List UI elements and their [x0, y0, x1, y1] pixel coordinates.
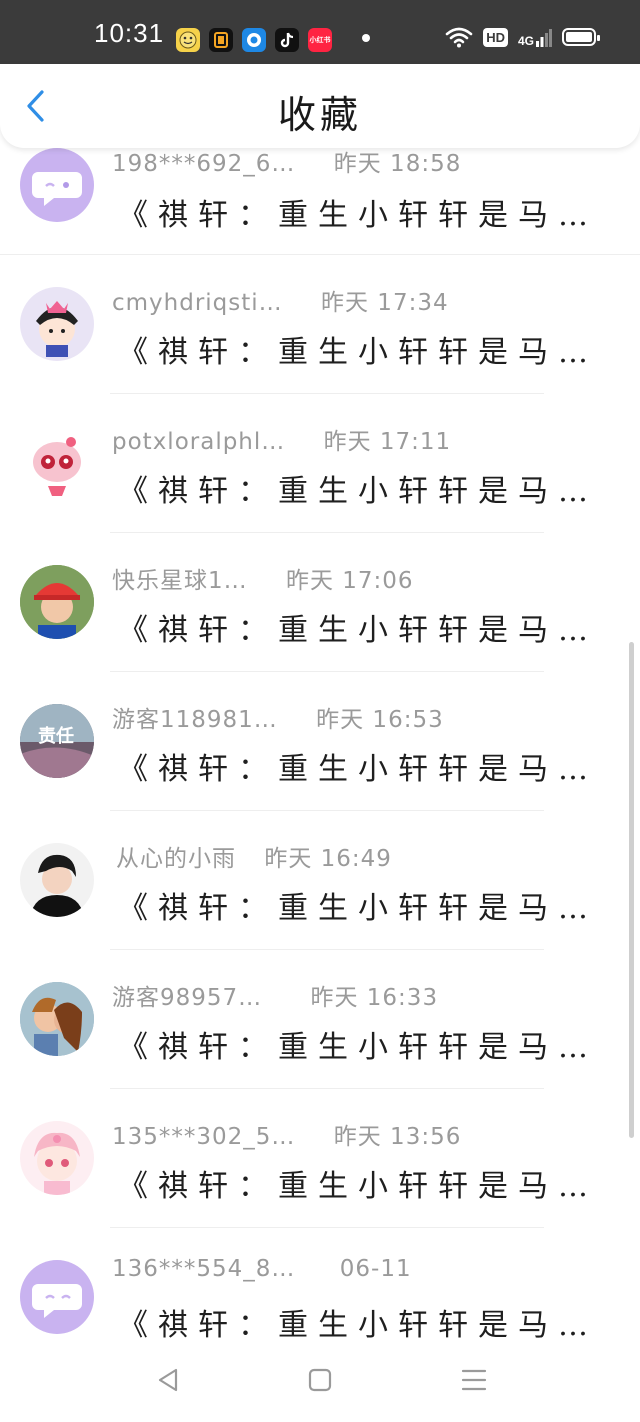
- timestamp: 昨天 16:33: [310, 985, 439, 1011]
- avatar[interactable]: [20, 565, 94, 639]
- sender-name: potxloralphl…: [112, 429, 286, 455]
- system-nav-bar: [0, 1342, 640, 1422]
- network-type: 4G: [517, 34, 534, 48]
- sender-name: 136***554_8…: [112, 1256, 296, 1282]
- avatar[interactable]: [20, 843, 94, 917]
- emoji-app-icon: [176, 28, 200, 52]
- nav-home-button[interactable]: [300, 1360, 340, 1400]
- sender-name: 游客98957…: [112, 985, 263, 1011]
- item-meta: 136***554_8… 06-11: [112, 1256, 412, 1282]
- item-meta: cmyhdriqsti… 昨天 17:34: [112, 283, 449, 317]
- tiktok-icon: [275, 28, 299, 52]
- message-preview: 《祺轩：重生小轩轩是马…: [118, 1030, 598, 1065]
- message-preview: 《祺轩：重生小轩轩是马…: [118, 613, 598, 648]
- item-meta: 198***692_6… 昨天 18:58: [112, 144, 461, 178]
- message-preview: 《祺轩：重生小轩轩是马…: [118, 1169, 598, 1204]
- list-item[interactable]: potxloralphl… 昨天 17:11 《祺轩：重生小轩轩是马…: [0, 394, 640, 533]
- message-preview: 《祺轩：重生小轩轩是马…: [118, 198, 598, 233]
- item-meta: potxloralphl… 昨天 17:11: [112, 422, 451, 456]
- item-meta: 快乐星球1… 昨天 17:06: [112, 561, 414, 595]
- cellular-signal-icon: 4G: [518, 27, 552, 47]
- browser-app-icon: [242, 28, 266, 52]
- xiaohongshu-label: 小红书: [309, 36, 331, 44]
- chat-bubble-icon: [32, 172, 82, 206]
- list-item[interactable]: 快乐星球1… 昨天 17:06 《祺轩：重生小轩轩是马…: [0, 533, 640, 672]
- timestamp: 昨天 17:06: [285, 568, 414, 594]
- item-meta: 从心的小雨 昨天 16:49: [112, 839, 392, 873]
- app-header: 收藏: [0, 64, 640, 148]
- hd-badge: HD: [483, 27, 508, 47]
- item-meta: 游客98957… 昨天 16:33: [112, 978, 438, 1012]
- message-preview: 《祺轩：重生小轩轩是马…: [118, 752, 598, 787]
- sender-name: 快乐星球1…: [112, 568, 248, 594]
- status-right: HD 4G: [445, 26, 600, 48]
- avatar[interactable]: 责任: [20, 704, 94, 778]
- avatar-badge-text: 责任: [38, 726, 74, 747]
- favorites-list: 198***692_6… 昨天 18:58 《祺轩：重生小轩轩是马… cmyhd…: [0, 120, 640, 1367]
- sender-name: 从心的小雨: [116, 846, 236, 872]
- timestamp: 昨天 17:34: [321, 290, 449, 316]
- sender-name: cmyhdriqsti…: [112, 290, 283, 316]
- avatar[interactable]: [20, 1260, 94, 1334]
- page-title: 收藏: [277, 93, 362, 137]
- chat-bubble-icon: [32, 1284, 82, 1318]
- list-item[interactable]: 135***302_5… 昨天 13:56 《祺轩：重生小轩轩是马…: [0, 1089, 640, 1228]
- list-item[interactable]: 责任 游客118981… 昨天 16:53 《祺轩：重生小轩轩是马…: [0, 672, 640, 811]
- timestamp: 昨天 16:53: [316, 707, 444, 733]
- notification-icons: 小红书: [176, 28, 332, 52]
- timestamp: 昨天 18:58: [333, 151, 462, 177]
- sender-name: 135***302_5…: [112, 1124, 296, 1150]
- message-preview: 《祺轩：重生小轩轩是马…: [118, 474, 598, 509]
- timestamp: 06-11: [339, 1256, 412, 1282]
- wifi-icon: [445, 27, 473, 48]
- timestamp: 昨天 17:11: [323, 429, 452, 455]
- sender-name: 198***692_6…: [112, 151, 296, 177]
- avatar[interactable]: [20, 1121, 94, 1195]
- item-meta: 135***302_5… 昨天 13:56: [112, 1117, 461, 1151]
- battery-icon: [562, 28, 600, 46]
- avatar[interactable]: [20, 426, 94, 500]
- menu-lines-icon: [461, 1369, 487, 1391]
- timestamp: 昨天 13:56: [333, 1124, 462, 1150]
- list-item[interactable]: 从心的小雨 昨天 16:49 《祺轩：重生小轩轩是马…: [0, 811, 640, 950]
- status-time: 10:31: [94, 18, 165, 48]
- avatar[interactable]: [20, 148, 94, 222]
- back-triangle-icon: [158, 1368, 178, 1392]
- avatar[interactable]: [20, 982, 94, 1056]
- xiaohongshu-icon: 小红书: [308, 28, 332, 52]
- list-item[interactable]: cmyhdriqsti… 昨天 17:34 《祺轩：重生小轩轩是马…: [0, 255, 640, 394]
- notes-app-icon: [209, 28, 233, 52]
- notification-dot: [362, 34, 370, 42]
- home-square-icon: [308, 1368, 332, 1392]
- message-preview: 《祺轩：重生小轩轩是马…: [118, 891, 598, 926]
- avatar[interactable]: [20, 287, 94, 361]
- status-bar: 10:31 小红书 HD 4G: [0, 0, 640, 64]
- nav-back-button[interactable]: [148, 1360, 188, 1400]
- message-preview: 《祺轩：重生小轩轩是马…: [118, 335, 598, 370]
- item-meta: 游客118981… 昨天 16:53: [112, 700, 444, 734]
- timestamp: 昨天 16:49: [264, 846, 392, 872]
- message-preview: 《祺轩：重生小轩轩是马…: [118, 1308, 598, 1343]
- nav-recents-button[interactable]: [454, 1360, 494, 1400]
- list-item[interactable]: 游客98957… 昨天 16:33 《祺轩：重生小轩轩是马…: [0, 950, 640, 1089]
- scrollbar[interactable]: [629, 642, 634, 1138]
- sender-name: 游客118981…: [112, 707, 278, 733]
